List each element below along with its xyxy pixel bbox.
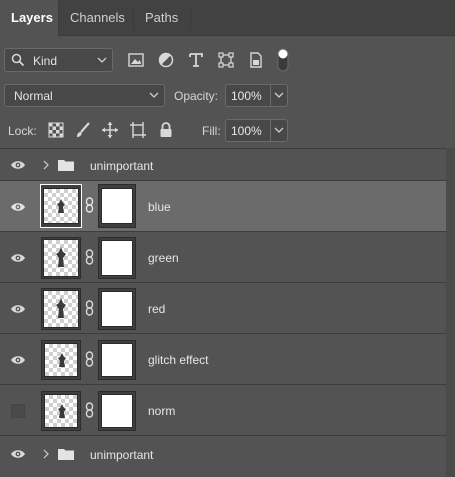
- layer-mask-thumbnail: [101, 343, 133, 377]
- adjustment-filter-icon[interactable]: [157, 51, 175, 69]
- fill-value: 100%: [231, 124, 262, 138]
- fill-dropdown-button[interactable]: [270, 120, 287, 141]
- folder-icon: [58, 449, 74, 460]
- opacity-value: 100%: [231, 89, 262, 103]
- chevron-down-icon: [274, 127, 284, 133]
- mask-link-icon[interactable]: [85, 402, 94, 418]
- layers-list: unimportant blue green red glitch effect…: [0, 148, 446, 477]
- visibility-eye-icon[interactable]: [10, 303, 26, 315]
- layer-thumbnail-frame[interactable]: [41, 391, 81, 431]
- mask-link-icon[interactable]: [85, 351, 94, 367]
- image-filter-icon[interactable]: [127, 51, 145, 69]
- visibility-eye-icon[interactable]: [10, 354, 26, 366]
- layer-mask-thumbnail: [101, 188, 133, 224]
- chevron-right-icon[interactable]: [42, 159, 50, 171]
- chevron-down-icon: [149, 92, 159, 98]
- layer-group-row[interactable]: unimportant: [0, 435, 446, 477]
- layers-scrollbar[interactable]: [446, 148, 455, 477]
- search-icon: [11, 53, 25, 67]
- layer-name: red: [148, 302, 166, 316]
- mask-link-icon[interactable]: [85, 197, 94, 213]
- smart-object-filter-icon[interactable]: [247, 51, 265, 69]
- chevron-down-icon: [274, 92, 284, 98]
- mask-link-icon[interactable]: [85, 300, 94, 316]
- panel-tab-bar: Layers Channels Paths: [0, 0, 455, 36]
- blend-mode-value: Normal: [14, 89, 53, 103]
- layer-mask-thumbnail: [101, 291, 133, 327]
- thumbnail-figure-icon: [58, 353, 66, 367]
- lock-transparent-pixels-icon[interactable]: [47, 121, 65, 139]
- layer-row-blue[interactable]: blue: [0, 180, 446, 231]
- mask-thumbnail-frame[interactable]: [98, 184, 136, 228]
- layer-row-green[interactable]: green: [0, 231, 446, 282]
- lock-image-pixels-icon[interactable]: [74, 121, 92, 139]
- tab-channels[interactable]: Channels: [59, 0, 133, 36]
- visibility-eye-icon[interactable]: [10, 252, 26, 264]
- mask-thumbnail-frame[interactable]: [98, 391, 136, 431]
- tab-layers[interactable]: Layers: [0, 0, 58, 36]
- fill-label: Fill:: [202, 124, 221, 138]
- lock-artboard-icon[interactable]: [129, 121, 147, 139]
- chevron-right-icon[interactable]: [42, 448, 50, 460]
- filter-toggle-icon[interactable]: [276, 47, 290, 73]
- layer-row-norm[interactable]: norm: [0, 384, 446, 435]
- mask-thumbnail-frame[interactable]: [98, 288, 136, 330]
- layer-thumbnail-frame[interactable]: [40, 184, 82, 228]
- chevron-down-icon: [97, 57, 107, 63]
- type-filter-icon[interactable]: [187, 51, 205, 69]
- thumbnail-figure-icon: [58, 404, 66, 418]
- visibility-eye-icon[interactable]: [10, 201, 26, 213]
- layer-name: green: [148, 251, 179, 265]
- mask-thumbnail-frame[interactable]: [98, 340, 136, 380]
- layer-name: unimportant: [90, 159, 154, 173]
- layer-mask-thumbnail: [101, 240, 133, 276]
- mask-thumbnail-frame[interactable]: [98, 237, 136, 279]
- layer-name: norm: [148, 404, 176, 418]
- layer-row-red[interactable]: red: [0, 282, 446, 333]
- lock-label: Lock:: [8, 124, 37, 138]
- layer-thumbnail-frame[interactable]: [41, 237, 81, 279]
- opacity-label: Opacity:: [174, 89, 219, 103]
- layer-filter-kind-select[interactable]: Kind: [4, 48, 113, 72]
- lock-position-icon[interactable]: [101, 121, 119, 139]
- mask-link-icon[interactable]: [85, 249, 94, 265]
- visibility-eye-icon[interactable]: [10, 159, 26, 171]
- layer-row-glitch-effect[interactable]: glitch effect: [0, 333, 446, 384]
- thumbnail-figure-icon: [57, 199, 65, 213]
- tab-divider: [190, 6, 191, 30]
- visibility-toggle-box[interactable]: [11, 404, 25, 418]
- blend-mode-select[interactable]: Normal: [4, 84, 165, 107]
- opacity-dropdown-button[interactable]: [270, 85, 287, 106]
- folder-icon: [58, 160, 74, 171]
- layer-thumbnail-frame[interactable]: [41, 288, 81, 330]
- thumbnail-figure-icon: [56, 298, 66, 318]
- visibility-eye-icon[interactable]: [10, 448, 26, 460]
- layer-name: blue: [148, 200, 171, 214]
- thumbnail-figure-icon: [56, 247, 66, 267]
- kind-select-label: Kind: [33, 54, 58, 68]
- layer-thumbnail-frame[interactable]: [41, 340, 81, 380]
- layer-group-row[interactable]: unimportant: [0, 148, 446, 180]
- tab-paths[interactable]: Paths: [134, 0, 190, 36]
- layer-mask-thumbnail: [101, 394, 133, 428]
- opacity-field[interactable]: 100%: [225, 84, 288, 107]
- fill-field[interactable]: 100%: [225, 119, 288, 142]
- lock-all-icon[interactable]: [157, 121, 175, 139]
- shape-filter-icon[interactable]: [217, 51, 235, 69]
- layer-name: unimportant: [90, 448, 154, 462]
- layer-name: glitch effect: [148, 353, 209, 367]
